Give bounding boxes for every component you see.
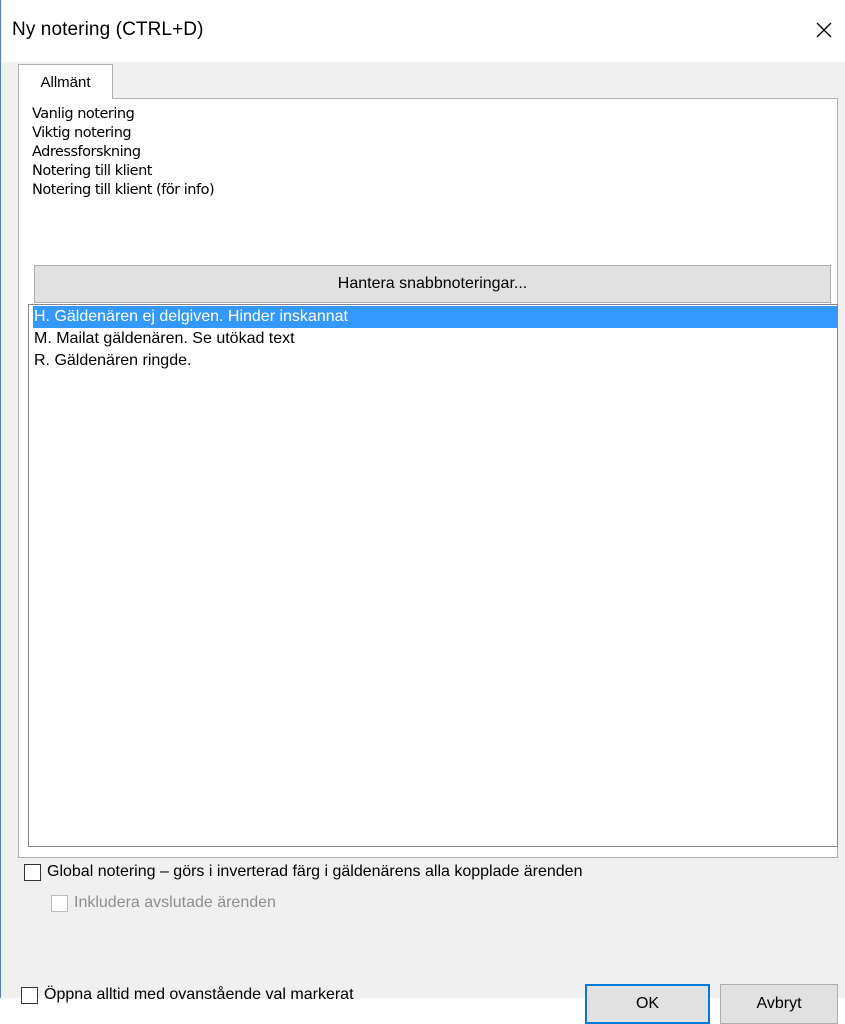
always-open-label: Öppna alltid med ovanstående val markera… — [44, 986, 354, 1003]
include-closed-checkbox[interactable]: Inkludera avslutade ärenden — [51, 894, 276, 912]
quick-note-item[interactable]: R. Gäldenären ringde. — [33, 350, 837, 372]
note-type-item[interactable]: Adressforskning — [32, 143, 832, 162]
tab-allmant[interactable]: Allmänt — [18, 64, 113, 99]
note-type-item[interactable]: Vanlig notering — [32, 105, 832, 124]
dialog-window: Ny notering (CTRL+D) Allmänt Vanlig note… — [0, 0, 845, 1024]
close-icon — [816, 22, 832, 38]
title-bar: Ny notering (CTRL+D) — [1, 0, 845, 62]
note-type-item[interactable]: Notering till klient (för info) — [32, 181, 832, 200]
ok-button[interactable]: OK — [585, 984, 710, 1024]
global-note-label: Global notering – görs i inverterad färg… — [47, 863, 583, 880]
global-note-checkbox[interactable]: Global notering – görs i inverterad färg… — [24, 863, 582, 881]
cancel-button[interactable]: Avbryt — [720, 984, 838, 1024]
window-title: Ny notering (CTRL+D) — [12, 19, 204, 40]
manage-quick-notes-button[interactable]: Hantera snabbnoteringar... — [34, 265, 831, 303]
quick-notes-list[interactable]: H. Gäldenären ej delgiven. Hinder inskan… — [28, 304, 838, 847]
checkbox-box[interactable] — [21, 986, 38, 1004]
include-closed-label: Inkludera avslutade ärenden — [74, 894, 276, 911]
checkbox-box[interactable] — [24, 863, 41, 881]
close-button[interactable] — [802, 12, 845, 48]
checkbox-box[interactable] — [51, 894, 68, 912]
quick-note-item[interactable]: M. Mailat gäldenären. Se utökad text — [33, 328, 837, 350]
always-open-checkbox[interactable]: Öppna alltid med ovanstående val markera… — [21, 986, 354, 1004]
quick-note-item[interactable]: H. Gäldenären ej delgiven. Hinder inskan… — [33, 306, 837, 328]
note-type-list: Vanlig notering Viktig notering Adressfo… — [32, 105, 832, 200]
tab-label: Allmänt — [40, 73, 91, 91]
note-type-item[interactable]: Viktig notering — [32, 124, 832, 143]
note-type-item[interactable]: Notering till klient — [32, 162, 832, 181]
